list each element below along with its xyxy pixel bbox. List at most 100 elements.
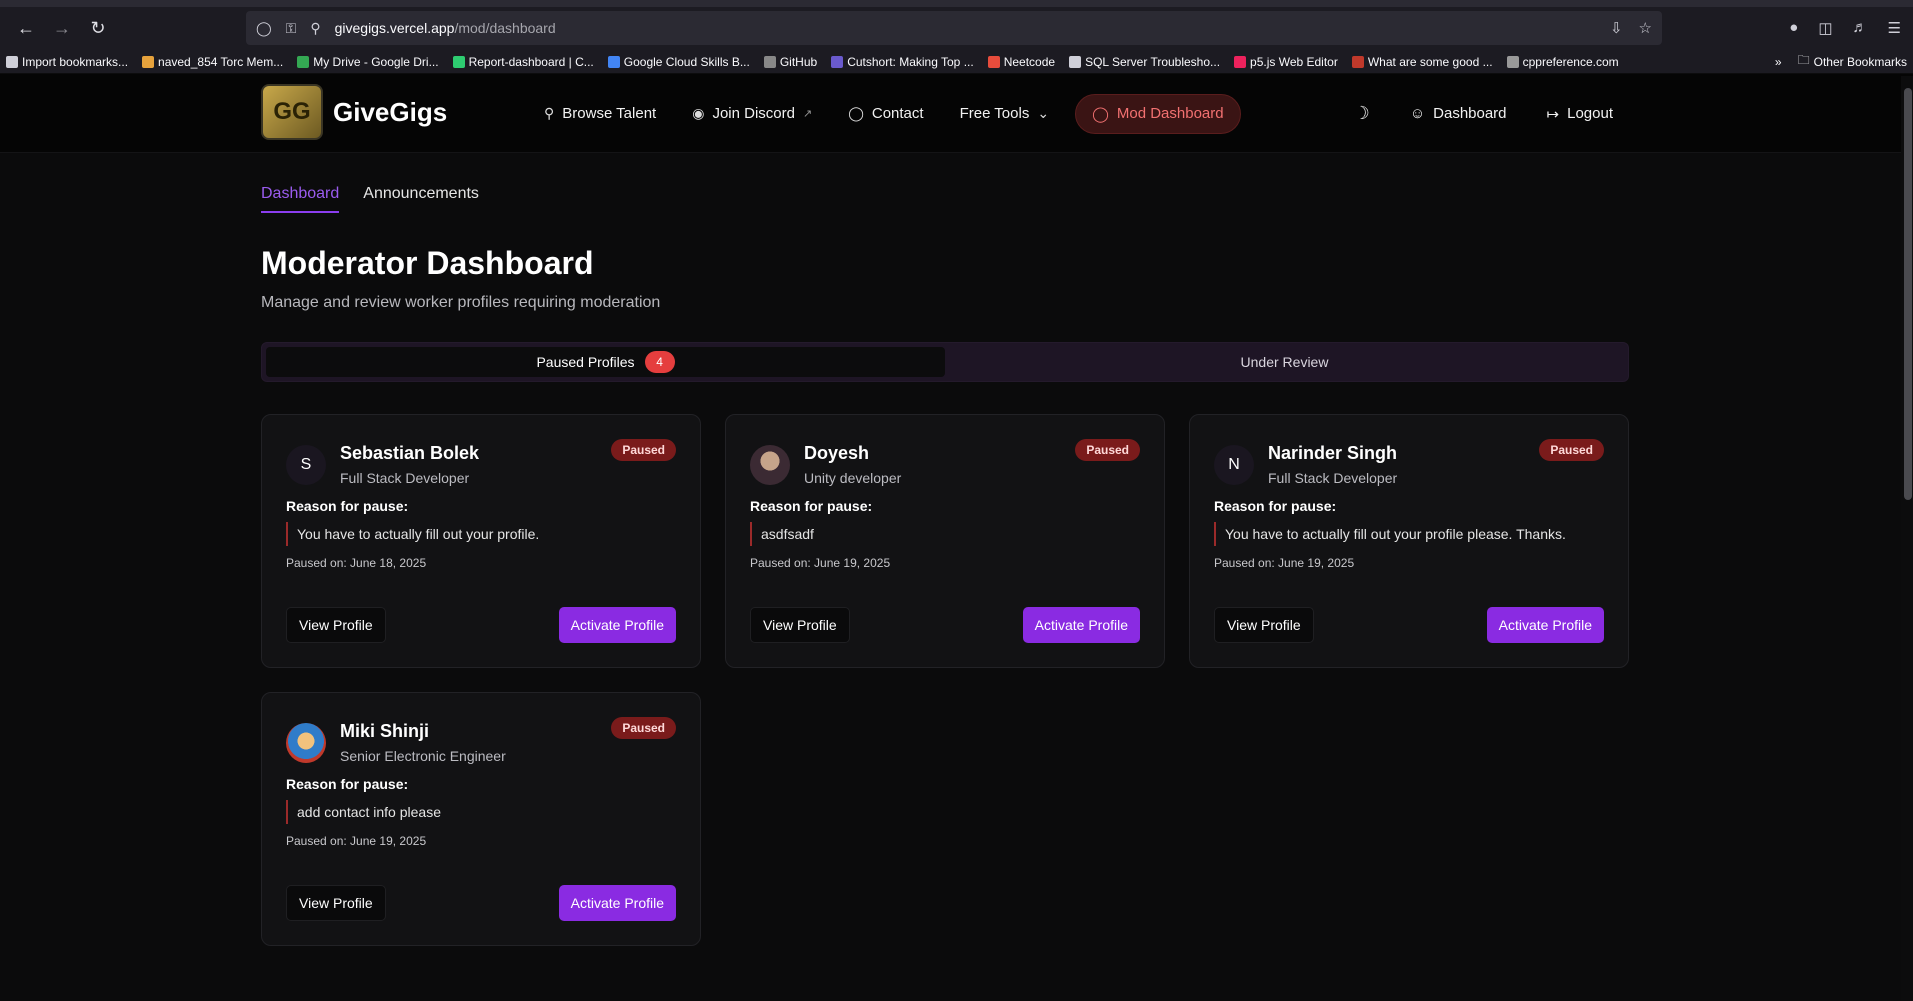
tab-under-review[interactable]: Under Review [945,347,1624,377]
page-title: Moderator Dashboard [261,245,594,281]
bookmark-icon [1506,55,1519,68]
chevron-down-icon: ⌄ [1037,105,1050,121]
nav-free-tools[interactable]: Free Tools ⌄ [960,105,1050,122]
avatar: S [286,445,326,485]
bookmark-icon [6,55,18,68]
overflow-chevron-icon[interactable]: » [1775,55,1782,69]
extensions-icon[interactable]: ◫ [1818,19,1832,37]
logout-button[interactable]: ↦ Logout [1547,105,1613,123]
paused-date: Paused on: June 19, 2025 [750,556,891,570]
paused-profiles-label: Paused Profiles [536,354,635,370]
download-icon[interactable]: ⇩ [1610,19,1623,37]
avatar [750,445,790,485]
reason-text: You have to actually fill out your profi… [1214,522,1604,546]
bookmark-item[interactable]: What are some good ... [1351,55,1493,69]
reason-label: Reason for pause: [286,776,409,792]
logout-icon: ↦ [1546,105,1560,123]
user-icon: ☺ [1409,105,1426,122]
reason-label: Reason for pause: [750,498,873,514]
paused-date: Paused on: June 19, 2025 [286,834,427,848]
profile-card: Doyesh Unity developer Paused Reason for… [725,414,1165,668]
view-profile-button[interactable]: View Profile [1214,607,1314,643]
menu-icon[interactable]: ☰ [1888,19,1901,37]
bookmark-icon [607,55,620,68]
view-profile-button[interactable]: View Profile [286,607,386,643]
profile-name: Doyesh [804,443,870,463]
bookmark-icon [452,55,465,68]
main-nav: ⚲ Browse Talent ◉ Join Discord ↗ ◯ Contact F… [544,74,1241,153]
url-path: /mod/dashboard [454,20,556,36]
nav-contact[interactable]: ◯ Contact [848,105,923,122]
nav-mod-dashboard[interactable]: ◯ Mod Dashboard [1075,93,1241,134]
profile-role: Full Stack Developer [1268,470,1398,486]
reason-label: Reason for pause: [1214,498,1337,514]
bookmark-icon [763,55,776,68]
profile-role: Full Stack Developer [340,470,470,486]
key-icon: ⚲ [310,19,321,36]
activate-profile-button[interactable]: Activate Profile [558,885,676,921]
profile-name: Miki Shinji [340,721,430,741]
bookmark-item[interactable]: Neetcode [987,55,1055,69]
view-profile-button[interactable]: View Profile [286,885,386,921]
bookmark-item[interactable]: Report-dashboard | C... [452,55,594,69]
bookmark-item[interactable]: SQL Server Troublesho... [1069,55,1220,69]
logo[interactable]: GG GiveGigs [261,84,447,140]
activate-profile-button[interactable]: Activate Profile [1486,607,1604,643]
speaker-icon[interactable]: ♬ [1853,19,1868,37]
bookmark-item[interactable]: cppreference.com [1506,55,1619,69]
tab-dashboard[interactable]: Dashboard [261,185,340,213]
bookmark-item[interactable]: p5.js Web Editor [1234,55,1338,69]
logo-text: GiveGigs [333,96,448,127]
bookmark-item[interactable]: naved_854 Torc Mem... [142,55,283,69]
profile-role: Unity developer [804,470,902,486]
profile-card: S Sebastian Bolek Full Stack Developer P… [261,414,701,668]
status-badge: Paused [1075,439,1140,461]
star-icon[interactable]: ☆ [1639,19,1652,37]
nav-dashboard[interactable]: ☺ Dashboard [1410,105,1507,122]
other-bookmarks[interactable]: 🗀 Other Bookmarks [1798,51,1907,72]
back-icon[interactable]: ← [8,10,44,46]
reload-icon[interactable]: ↻ [80,10,116,46]
view-profile-button[interactable]: View Profile [750,607,850,643]
bookmark-icon [1234,55,1247,68]
paused-date: Paused on: June 19, 2025 [1214,556,1355,570]
reason-text: You have to actually fill out your profi… [286,522,676,546]
nav-join-discord[interactable]: ◉ Join Discord ↗ [692,105,812,122]
paused-date: Paused on: June 18, 2025 [286,556,427,570]
bookmark-item[interactable]: Google Cloud Skills B... [607,55,750,69]
profile-card: Miki Shinji Senior Electronic Engineer P… [261,692,701,946]
bookmark-icon [1351,55,1364,68]
bookmark-icon [142,55,155,68]
nav-browse-talent[interactable]: ⚲ Browse Talent [544,105,656,122]
lock-icon: ⚿ [285,19,297,36]
scrollbar-thumb[interactable] [1904,88,1912,500]
avatar [286,723,326,763]
moon-icon: ☽ [1353,103,1370,123]
reason-text: add contact info please [286,800,676,824]
forward-icon[interactable]: → [44,10,80,46]
search-icon: ⚲ [544,105,555,121]
page-scrollbar[interactable] [1901,76,1913,1001]
bookmark-icon [1069,55,1082,68]
folder-icon: 🗀 [1797,53,1810,67]
discord-icon: ◉ [692,105,705,121]
theme-toggle[interactable]: ☽ [1354,103,1370,124]
tab-paused-profiles[interactable]: Paused Profiles 4 [266,347,945,377]
account-icon[interactable]: ● [1789,19,1798,37]
bookmark-item[interactable]: Import bookmarks... [6,55,128,69]
bookmark-icon [297,55,310,68]
activate-profile-button[interactable]: Activate Profile [1022,607,1140,643]
bookmark-item[interactable]: Cutshort: Making Top ... [831,55,974,69]
reason-label: Reason for pause: [286,498,409,514]
profile-name: Narinder Singh [1268,443,1398,463]
page-subtitle: Manage and review worker profiles requir… [261,294,661,311]
browser-toolbar: ← → ↻ ◯ ⚿ ⚲ givegigs.vercel.app/mod/dash… [0,0,1913,50]
sub-tabs: Dashboard Announcements [261,185,1629,213]
address-bar[interactable]: ◯ ⚿ ⚲ givegigs.vercel.app/mod/dashboard … [246,11,1662,45]
site-header: GG GiveGigs ⚲ Browse Talent ◉ Join Discord… [0,74,1913,153]
tab-announcements[interactable]: Announcements [363,185,479,213]
activate-profile-button[interactable]: Activate Profile [558,607,676,643]
bookmark-item[interactable]: GitHub [763,55,817,69]
profile-name: Sebastian Bolek [340,443,480,463]
bookmark-item[interactable]: My Drive - Google Dri... [297,55,439,69]
